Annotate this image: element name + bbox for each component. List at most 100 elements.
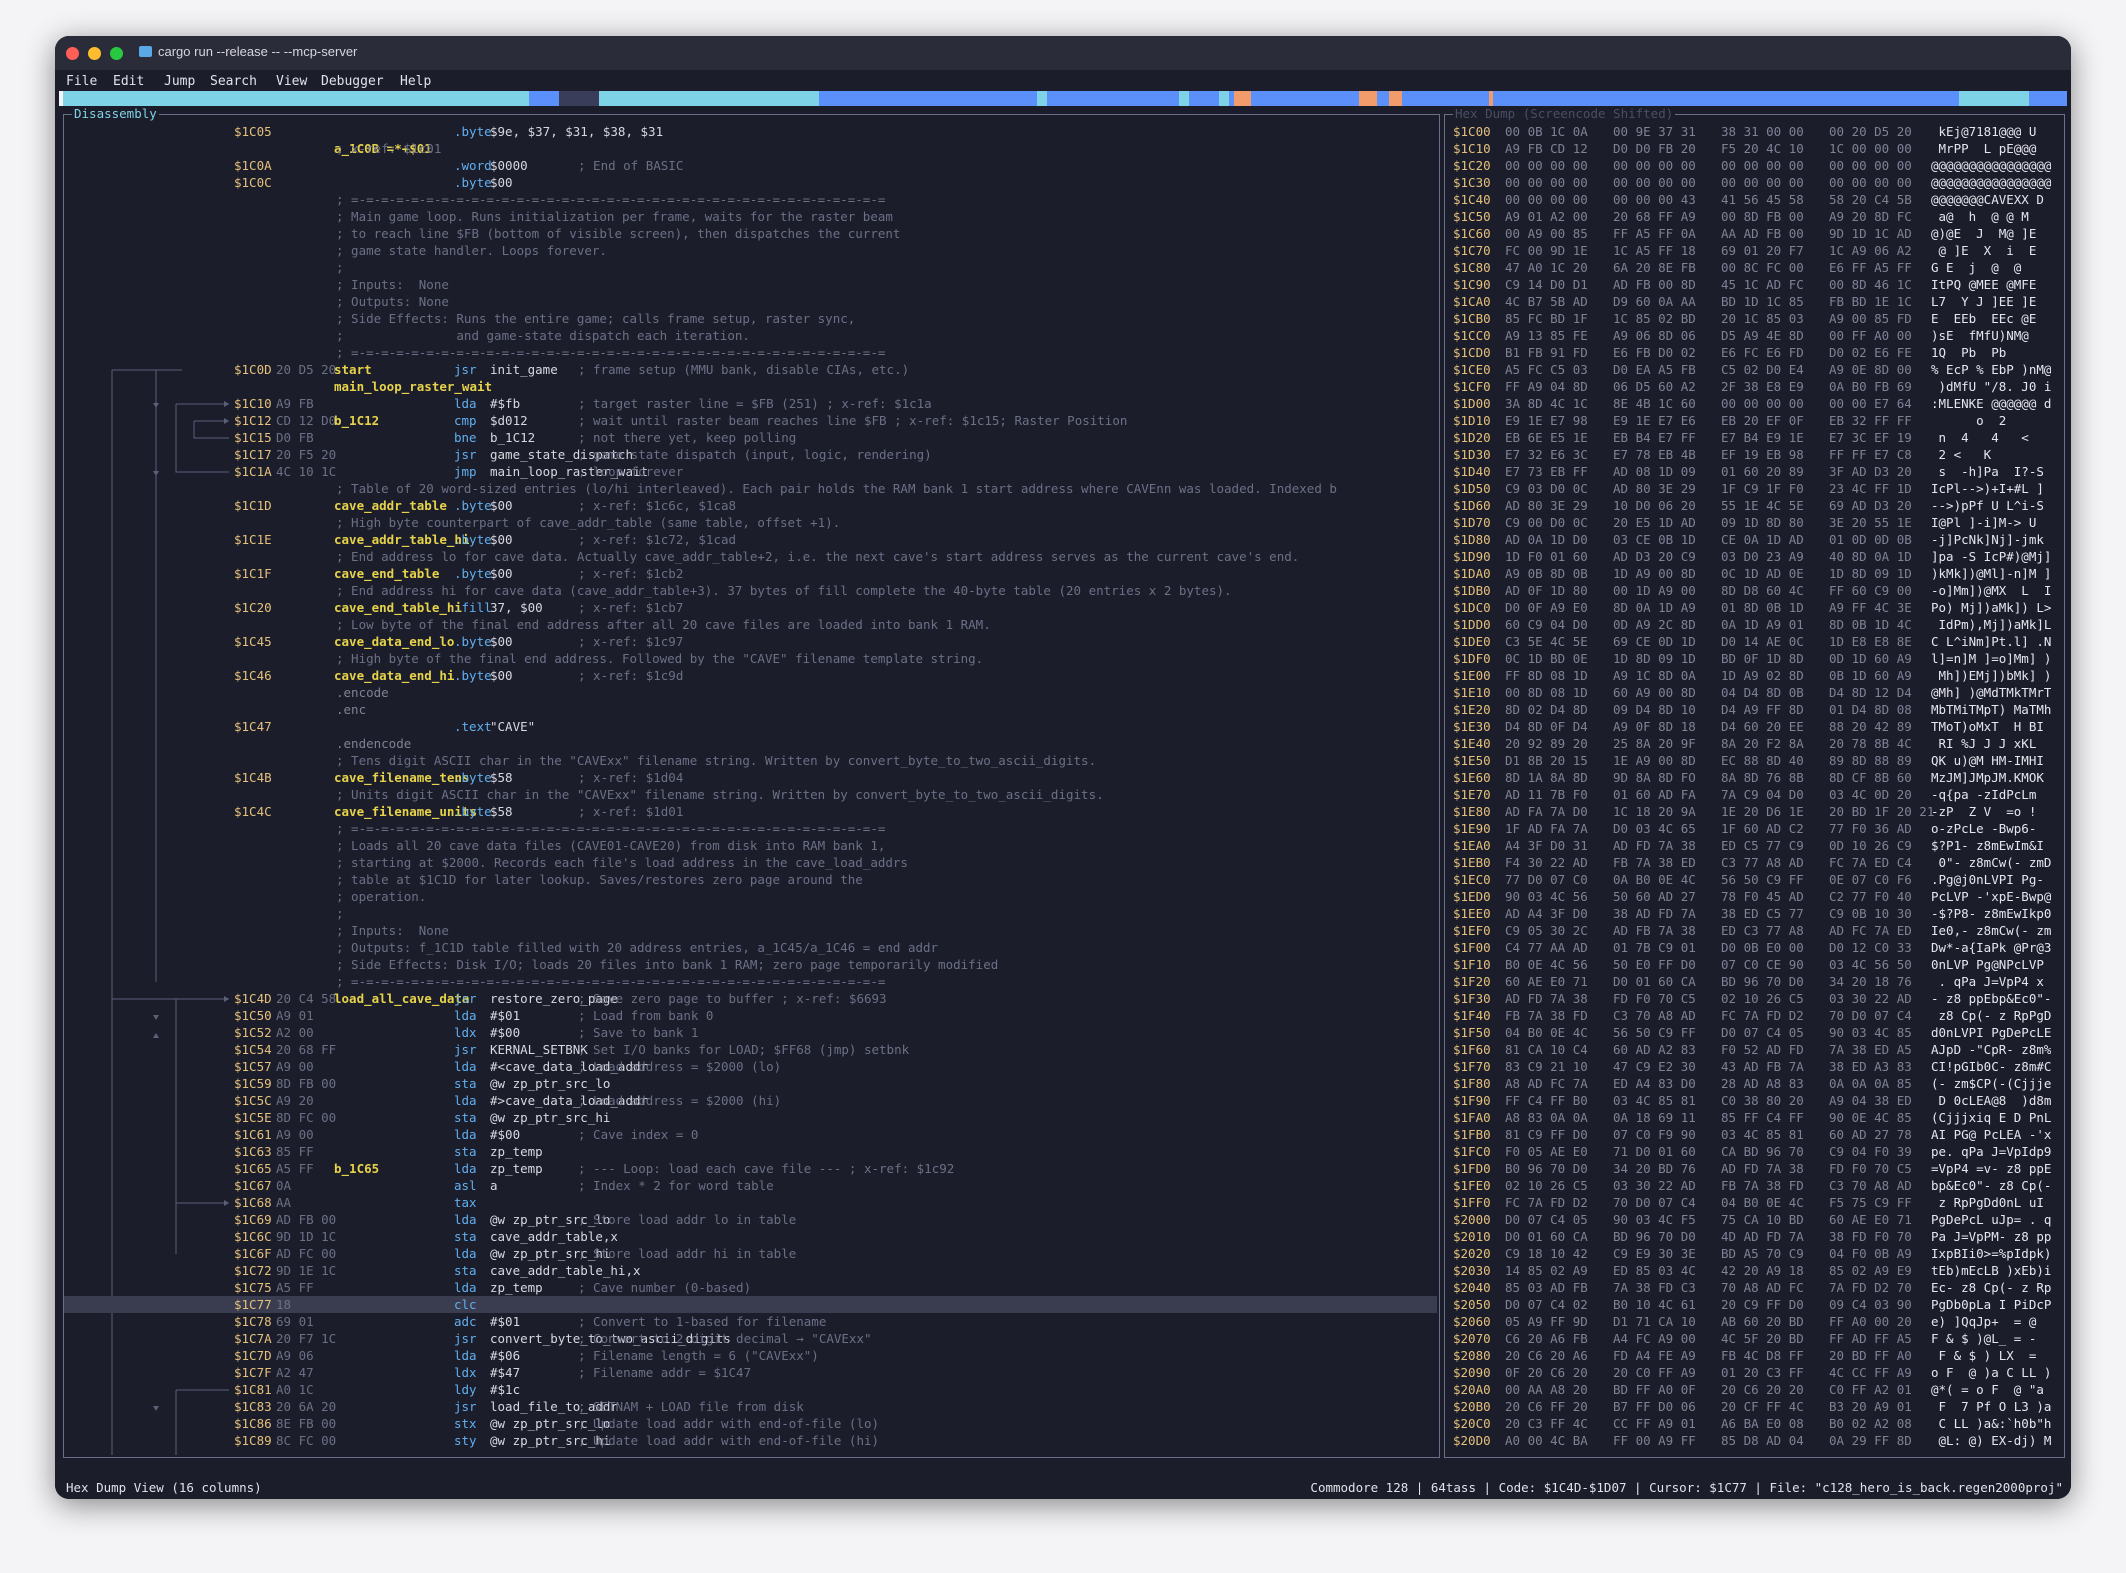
close-window-button[interactable] [66,47,79,60]
disassembly-line[interactable]: $1C78 69 01 adc #$01 ; Convert to 1-based fo… [64,1313,1437,1330]
disassembly-line[interactable]: $1C47 .text "CAVE" [64,718,1437,735]
disassembly-line[interactable]: $1C4D 20 C4 58 load_all_cave_data jsr restor… [64,990,1437,1007]
memory-map-segment[interactable] [529,91,559,106]
disassembly-line[interactable]: ; =-=-=-=-=-=-=-=-=-=-=-=-=-=-=-=-=-=-=-… [64,191,1437,208]
memory-map-segment[interactable] [63,91,529,106]
memory-map-segment[interactable] [1189,91,1219,106]
disassembly-line[interactable]: main_loop_raster_wait [64,378,1437,395]
minimize-window-button[interactable] [88,47,101,60]
disassembly-line[interactable]: $1C15 D0 FB bne b_1C12 ; not there yet, keep… [64,429,1437,446]
disassembly-line[interactable]: $1C0C .byte $00 [64,174,1437,191]
disassembly-line[interactable]: $1C59 8D FB 00 sta @w zp_ptr_src_lo [64,1075,1437,1092]
disassembly-line[interactable]: ; High byte counterpart of cave_addr_tab… [64,514,1437,531]
menu-edit[interactable]: Edit [113,74,144,89]
disassembly-line[interactable]: ; Outputs: None [64,293,1437,310]
disassembly-line[interactable]: $1C50 A9 01 lda #$01 ; Load from bank 0 [64,1007,1437,1024]
disassembly-line[interactable]: $1C52 A2 00 ldx #$00 ; Save to bank 1 [64,1024,1437,1041]
hex-dump-panel[interactable]: Hex Dump (Screencode Shifted) $1C00 00 0B… [1444,106,2065,1458]
memory-map-segment[interactable] [1179,91,1189,106]
memory-map-segment[interactable] [1402,91,1489,106]
disassembly-line[interactable]: $1C45 cave_data_end_lo .byte $00 ; x-ref: $1… [64,633,1437,650]
disassembly-line[interactable]: ; Side Effects: Disk I/O; loads 20 files… [64,956,1437,973]
disassembly-line[interactable]: $1C5E 8D FC 00 sta @w zp_ptr_src_hi [64,1109,1437,1126]
disassembly-line[interactable]: $1C1D cave_addr_table .byte $00 ; x-ref: $1c… [64,497,1437,514]
disassembly-line[interactable]: $1C1E cave_addr_table_hi .byte $00 ; x-ref: … [64,531,1437,548]
disassembly-line[interactable]: $1C89 8C FC 00 sty @w zp_ptr_src_hi; Update… [64,1432,1437,1449]
memory-map-segment[interactable] [559,91,599,106]
disassembly-line[interactable]: $1C7A 20 F7 1C jsr convert_byte_to_two_asci… [64,1330,1437,1347]
disassembly-line[interactable]: ; Loads all 20 cave data files (CAVE01-C… [64,837,1437,854]
disassembly-line[interactable]: $1C1A 4C 10 1C jmp main_loop_raster_wait; l… [64,463,1437,480]
memory-map-segment[interactable] [819,91,1037,106]
menu-view[interactable]: View [276,74,307,89]
memory-map-segment[interactable] [1037,91,1047,106]
disassembly-line[interactable]: $1C0D 20 D5 20 start jsr init_game ; frame se… [64,361,1437,378]
menu-search[interactable]: Search [210,74,257,89]
disassembly-line[interactable]: ; End address hi for cave data (cave_add… [64,582,1437,599]
disassembly-line[interactable]: $1C12 CD 12 D0 b_1C12 cmp $d012 ; wait until … [64,412,1437,429]
memory-map-segment[interactable] [1377,91,1389,106]
disassembly-line[interactable]: $1C63 85 FF sta zp_temp [64,1143,1437,1160]
disassembly-line[interactable]: $1C67 0A asl a ; Index * 2 for word table [64,1177,1437,1194]
disassembly-line[interactable]: $1C65 A5 FF b_1C65 lda zp_temp ; --- Loop: lo… [64,1160,1437,1177]
disassembly-line[interactable]: $1C6F AD FC 00 lda @w zp_ptr_src_hi; Store … [64,1245,1437,1262]
zoom-window-button[interactable] [110,47,123,60]
menu-debugger[interactable]: Debugger [321,74,384,89]
disassembly-line[interactable]: $1C57 A9 00 lda #<cave_data_load_addr; Load… [64,1058,1437,1075]
disassembly-line[interactable]: $1C68 AA tax [64,1194,1437,1211]
disassembly-line[interactable]: $1C05 .byte $9e, $37, $31, $38, $31 [64,123,1437,140]
memory-map-segment[interactable] [599,91,819,106]
memory-map-segment[interactable] [1493,91,1619,106]
memory-map-segment[interactable] [1251,91,1359,106]
disassembly-line[interactable]: ; table at $1C1D for later lookup. Saves… [64,871,1437,888]
disassembly-line[interactable]: ; Side Effects: Runs the entire game; ca… [64,310,1437,327]
disassembly-line[interactable]: $1C7F A2 47 ldx #$47 ; Filename addr = $1C47 [64,1364,1437,1381]
disassembly-line[interactable]: $1C7D A9 06 lda #$06 ; Filename length = 6 (… [64,1347,1437,1364]
memory-map-segment[interactable] [1234,91,1251,106]
memory-map-segment[interactable] [2029,91,2067,106]
disassembly-line[interactable]: $1C75 A5 FF lda zp_temp ; Cave number (0-bas… [64,1279,1437,1296]
disassembly-line[interactable]: $1C69 AD FB 00 lda @w zp_ptr_src_lo; Store … [64,1211,1437,1228]
menu-jump[interactable]: Jump [164,74,195,89]
disassembly-line[interactable]: ; Table of 20 word-sized entries (lo/hi … [64,480,1437,497]
disassembly-line-selected[interactable]: $1C77 18 clc [64,1296,1437,1313]
memory-map-segment[interactable] [1619,91,1959,106]
disassembly-line[interactable]: ; =-=-=-=-=-=-=-=-=-=-=-=-=-=-=-=-=-=-=-… [64,820,1437,837]
disassembly-line[interactable]: ; =-=-=-=-=-=-=-=-=-=-=-=-=-=-=-=-=-=-=-… [64,973,1437,990]
disassembly-line[interactable]: $1C0A .word $0000 ; End of BASIC [64,157,1437,174]
disassembly-line[interactable]: $1C5C A9 20 lda #>cave_data_load_addr; Load… [64,1092,1437,1109]
disassembly-line[interactable]: ; =-=-=-=-=-=-=-=-=-=-=-=-=-=-=-=-=-=-=-… [64,344,1437,361]
disassembly-line[interactable]: ; and game-state dispatch each iteration… [64,327,1437,344]
memory-map-segment[interactable] [1389,91,1402,106]
disassembly-line[interactable]: ; Tens digit ASCII char in the "CAVExx" … [64,752,1437,769]
disassembly-line[interactable]: $1C20 cave_end_table_hi .fill 37, $00 ; x-re… [64,599,1437,616]
disassembly-line[interactable]: .enc [64,701,1437,718]
disassembly-line[interactable]: $1C83 20 6A 20 jsr load_file_to_addr; SETNA… [64,1398,1437,1415]
disassembly-line[interactable]: ; Outputs: f_1C1D table filled with 20 a… [64,939,1437,956]
disassembly-line[interactable]: .endencode [64,735,1437,752]
disassembly-line[interactable]: $1C4C cave_filename_units .byte $58; x-ref:… [64,803,1437,820]
disassembly-line[interactable]: .encode [64,684,1437,701]
disassembly-line[interactable]: $1C81 A0 1C ldy #$1c [64,1381,1437,1398]
disassembly-line[interactable]: $1C46 cave_data_end_hi .byte $00 ; x-ref: $1… [64,667,1437,684]
disassembly-line[interactable]: ; Inputs: None [64,276,1437,293]
memory-map-segment[interactable] [1047,91,1179,106]
disassembly-line[interactable]: ; starting at $2000. Records each file's… [64,854,1437,871]
disassembly-line[interactable]: ; [64,905,1437,922]
disassembly-panel[interactable]: Disassembly $1C05 .byte $9e, $37, $31, $38… [63,106,1440,1458]
disassembly-line[interactable]: $1C86 8E FB 00 stx @w zp_ptr_src_lo; Update… [64,1415,1437,1432]
disassembly-line[interactable]: ; Main game loop. Runs initialization pe… [64,208,1437,225]
disassembly-line[interactable]: ; [64,259,1437,276]
menu-help[interactable]: Help [400,74,431,89]
disassembly-line[interactable]: ; Low byte of the final end address afte… [64,616,1437,633]
disassembly-line[interactable]: ; End address lo for cave data. Actually… [64,548,1437,565]
menu-file[interactable]: File [66,74,97,89]
disassembly-line[interactable]: ; High byte of the final end address. Fo… [64,650,1437,667]
disassembly-line[interactable]: ; Inputs: None [64,922,1437,939]
disassembly-line[interactable]: ; operation. [64,888,1437,905]
memory-map-segment[interactable] [1219,91,1229,106]
disassembly-line[interactable]: $1C4B cave_filename_tens .byte $58 ; x-ref: … [64,769,1437,786]
disassembly-line[interactable]: $1C10 A9 FB lda #$fb ; target raster line = … [64,395,1437,412]
memory-map-segment[interactable] [1959,91,2029,106]
memory-map-segment[interactable] [1359,91,1377,106]
